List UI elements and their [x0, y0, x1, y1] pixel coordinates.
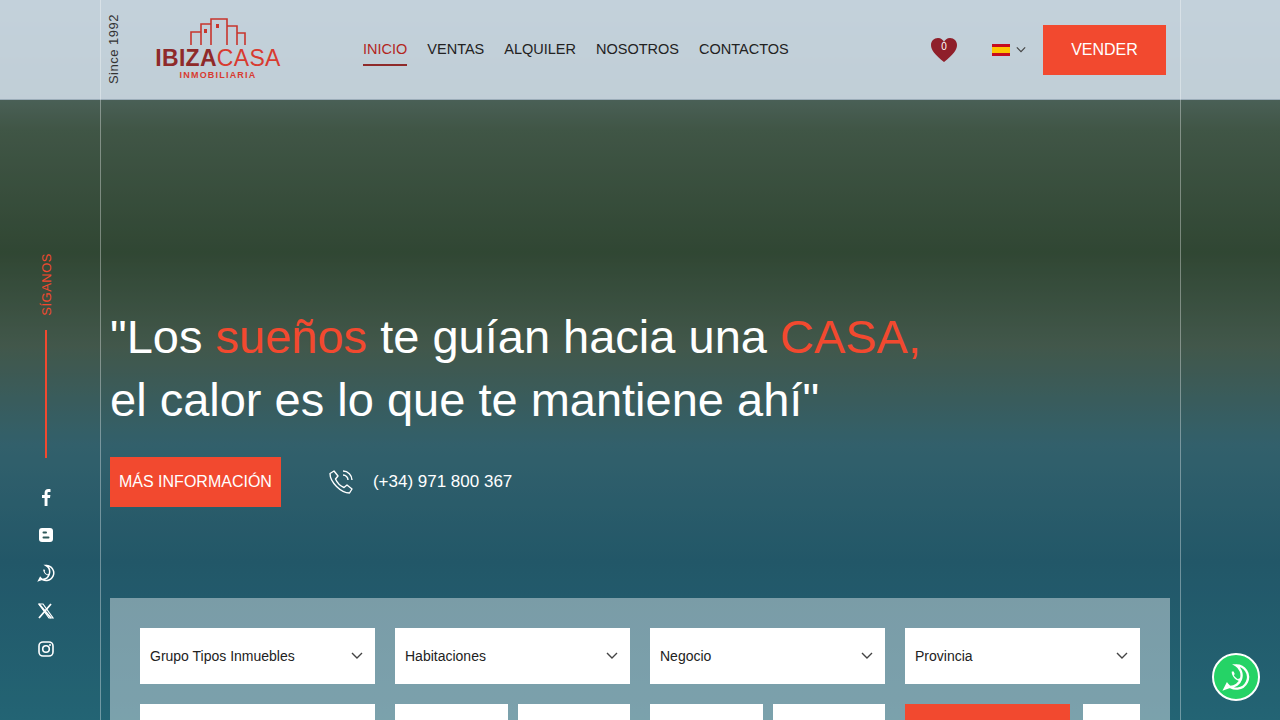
- select-label: Negocio: [660, 648, 711, 664]
- houses-icon: [187, 18, 249, 46]
- headline-segment: sueños: [216, 310, 368, 363]
- follow-label: SÍGANOS: [39, 253, 54, 316]
- social-links: [37, 488, 55, 658]
- search-input[interactable]: [650, 704, 763, 720]
- x-icon: [37, 602, 55, 620]
- headline: "Los sueños te guían hacia una CASA,el c…: [110, 305, 1170, 431]
- chevron-down-icon: [351, 652, 363, 660]
- logo-right: CASA: [217, 45, 281, 71]
- more-info-button[interactable]: MÁS INFORMACIÓN: [110, 457, 281, 507]
- search-input[interactable]: [773, 704, 885, 720]
- search-input[interactable]: [905, 704, 1070, 720]
- search-row: [140, 704, 1140, 720]
- phone-number: (+34) 971 800 367: [373, 472, 512, 492]
- whatsapp-icon: [1222, 663, 1250, 691]
- nav-item[interactable]: NOSOTROS: [596, 33, 679, 66]
- phone-icon: [327, 468, 355, 496]
- site-header: Since 1992 IBIZACASAINMOBILIARIA INICIO VEN…: [0, 0, 1280, 100]
- search-input[interactable]: [518, 704, 630, 720]
- favorites-count: 0: [941, 42, 947, 52]
- headline-line: el calor es lo que te mantiene ahí": [110, 368, 1170, 431]
- select-label: Habitaciones: [405, 648, 486, 664]
- search-select[interactable]: Grupo Tipos Inmuebles: [140, 628, 375, 684]
- chevron-down-icon: [606, 652, 618, 660]
- logo-left: IBIZA: [155, 45, 217, 71]
- search-input[interactable]: [395, 704, 508, 720]
- hero: SÍGANOS "Los sueños te guían hacia una CA…: [0, 100, 1280, 720]
- phone-link[interactable]: (+34) 971 800 367: [327, 468, 512, 496]
- search-select[interactable]: Provincia: [905, 628, 1140, 684]
- headline-segment: te guían hacia una: [367, 310, 780, 363]
- headline-segment: CASA,: [780, 310, 921, 363]
- search-panel: Grupo Tipos Inmuebles Habitaciones Negocio…: [110, 598, 1170, 720]
- social-link[interactable]: [37, 640, 55, 658]
- nav-item[interactable]: VENTAS: [427, 33, 484, 66]
- instagram-icon: [37, 640, 55, 658]
- logo-sub: INMOBILIARIA: [180, 70, 257, 81]
- select-label: Provincia: [915, 648, 973, 664]
- chevron-down-icon: [861, 652, 873, 660]
- headline-segment: "Los: [110, 310, 216, 363]
- nav-item[interactable]: INICIO: [363, 33, 407, 66]
- search-row: Grupo Tipos Inmuebles Habitaciones Negocio…: [140, 628, 1140, 684]
- divider-line: [100, 0, 101, 720]
- language-selector[interactable]: [992, 44, 1026, 56]
- logo-name: IBIZACASA: [155, 46, 280, 70]
- social-link[interactable]: [37, 564, 55, 582]
- search-input[interactable]: [140, 704, 375, 720]
- chevron-down-icon: [1016, 46, 1026, 53]
- social-link[interactable]: [37, 488, 55, 506]
- divider-line: [1180, 0, 1181, 720]
- search-select[interactable]: Habitaciones: [395, 628, 630, 684]
- social-link[interactable]: [37, 602, 55, 620]
- logo[interactable]: IBIZACASAINMOBILIARIA: [160, 18, 276, 81]
- headline-line: "Los sueños te guían hacia una CASA,: [110, 305, 1170, 368]
- accent-line: [45, 330, 47, 458]
- facebook-icon: [37, 488, 55, 506]
- social-link[interactable]: [37, 526, 55, 544]
- sell-button[interactable]: VENDER: [1043, 25, 1166, 75]
- page: Since 1992 IBIZACASAINMOBILIARIA INICIO VEN…: [0, 0, 1280, 720]
- main-nav: INICIO VENTAS ALQUILER NOSOTROS CONTACTOS: [363, 33, 789, 66]
- social-rail: SÍGANOS: [0, 100, 92, 720]
- nav-item[interactable]: ALQUILER: [504, 33, 576, 66]
- headline-segment: el calor es lo que te mantiene ahí": [110, 373, 819, 426]
- cta-row: MÁS INFORMACIÓN (+34) 971 800 367: [110, 457, 1170, 507]
- nav-item[interactable]: CONTACTOS: [699, 33, 789, 66]
- search-select[interactable]: Negocio: [650, 628, 885, 684]
- since-label: Since 1992: [102, 0, 124, 100]
- whatsapp-icon: [37, 564, 55, 582]
- spain-flag-icon: [992, 44, 1010, 56]
- since-text: Since 1992: [106, 14, 121, 84]
- whatsapp-button[interactable]: [1212, 653, 1260, 701]
- header-actions: 0 VENDER: [930, 25, 1166, 75]
- favorites-button[interactable]: 0: [930, 37, 958, 63]
- select-label: Grupo Tipos Inmuebles: [150, 648, 295, 664]
- search-input[interactable]: [1083, 704, 1140, 720]
- chevron-down-icon: [1116, 652, 1128, 660]
- blogger-icon: [37, 526, 55, 544]
- hero-content: "Los sueños te guían hacia una CASA,el c…: [110, 100, 1170, 720]
